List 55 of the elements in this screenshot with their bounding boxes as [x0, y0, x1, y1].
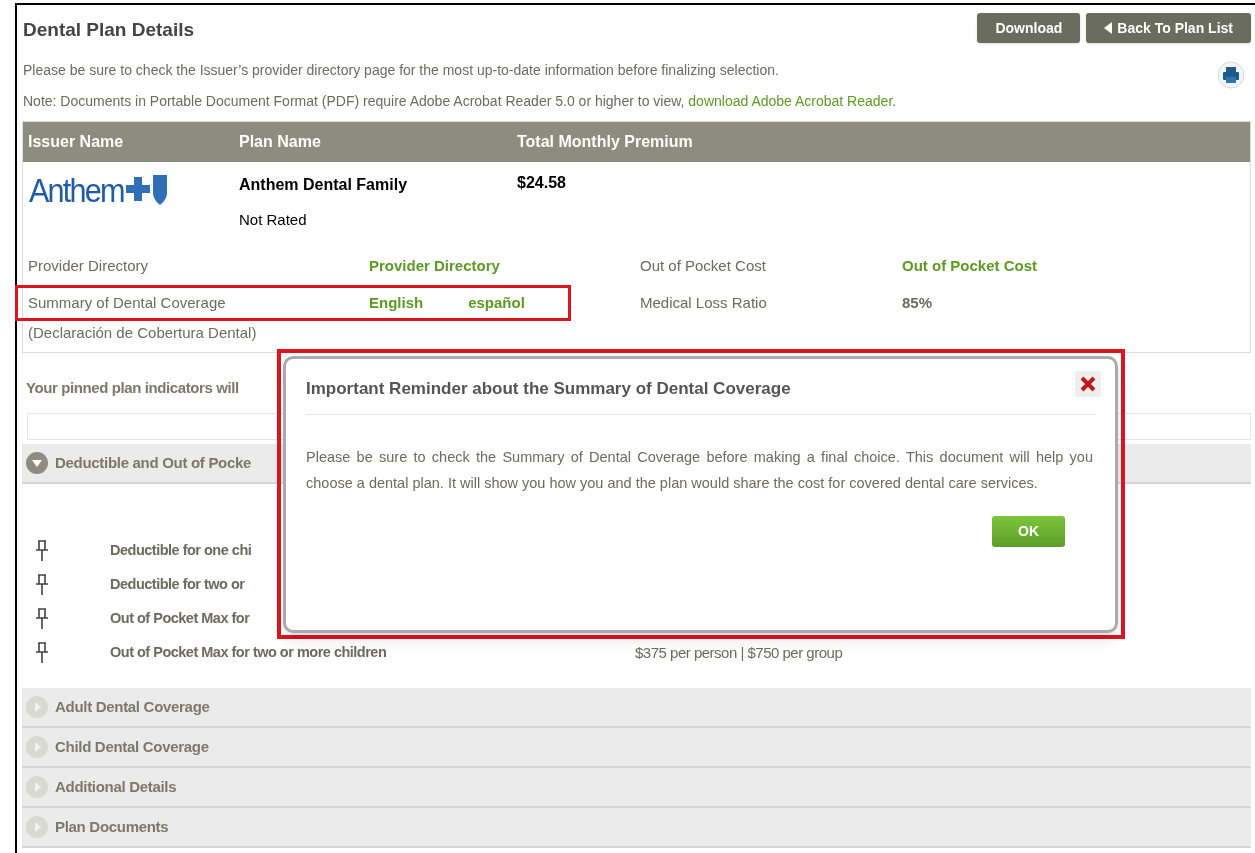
- pdf-note: Note: Documents in Portable Document Format (PDF) require Adobe Acrobat Reader 5.0 or higher to view, download Adobe Acrobat Reader.: [23, 91, 897, 111]
- printer-icon[interactable]: [1217, 60, 1245, 89]
- issuer-logo: Anthem: [29, 172, 124, 207]
- detail-link[interactable]: English: [369, 291, 424, 315]
- pushpin-icon[interactable]: [35, 608, 49, 630]
- collapse-icon: [26, 452, 48, 474]
- back-button[interactable]: Back To Plan List: [1086, 13, 1251, 43]
- expand-icon: [26, 736, 48, 758]
- pushpin-icon[interactable]: [35, 642, 49, 664]
- accordion-header[interactable]: Adult Dental Coverage: [22, 688, 1251, 728]
- plan-rating: Not Rated: [239, 209, 308, 230]
- translation-note: (Declaración de Cobertura Dental): [27, 322, 258, 343]
- detail-label: Out of Pocket Cost: [640, 255, 767, 276]
- back-arrow-icon: [1104, 22, 1113, 34]
- dialog-message: Please be sure to check the Summary of Dental Coverage before making a final choice. This document will help you choose a dental plan. It will show you how you and the plan would share the cost for covered dental care services.: [306, 448, 1094, 493]
- pushpin-icon[interactable]: [35, 540, 49, 562]
- section-title: Plan Documents: [55, 816, 169, 837]
- row-label: Deductible for one chi: [110, 541, 252, 561]
- expand-icon: [26, 696, 48, 718]
- column-header: Issuer Name: [27, 131, 125, 152]
- row-label: Out of Pocket Max for two or more children: [110, 643, 387, 663]
- row-value: $375 per person | $750 per group: [635, 642, 843, 663]
- accordion-header[interactable]: Additional Details: [22, 768, 1251, 808]
- close-icon: [1079, 374, 1097, 393]
- ok-button[interactable]: OK: [992, 516, 1065, 547]
- detail-label: Medical Loss Ratio: [640, 292, 768, 313]
- detail-value: 85%: [902, 292, 933, 313]
- row-label: Deductible for two or: [110, 575, 245, 595]
- expand-icon: [26, 816, 48, 838]
- pushpin-icon[interactable]: [35, 574, 49, 596]
- pinned-note: Your pinned plan indicators will: [26, 377, 239, 398]
- notice-text: Please be sure to check the Issuer’s provider directory page for the most up-to-date information before finalizing selection.: [23, 60, 780, 80]
- section-title: Adult Dental Coverage: [55, 696, 210, 717]
- cross-shield-icon: [126, 172, 169, 207]
- detail-link[interactable]: Provider Directory: [369, 254, 500, 278]
- section-title: Deductible and Out of Pocke: [55, 452, 252, 473]
- page-title: Dental Plan Details: [22, 18, 195, 42]
- row-label: Out of Pocket Max for: [110, 609, 250, 629]
- expand-icon: [26, 776, 48, 798]
- section-title: Child Dental Coverage: [55, 736, 209, 757]
- column-header: Total Monthly Premium: [517, 131, 693, 152]
- detail-link[interactable]: Out of Pocket Cost: [902, 254, 1037, 278]
- detail-label: Provider Directory: [27, 255, 150, 276]
- section-title: Additional Details: [55, 776, 177, 797]
- accordion-header[interactable]: Child Dental Coverage: [22, 728, 1251, 768]
- column-header: Plan Name: [239, 131, 322, 152]
- plan-name: Anthem Dental Family: [239, 174, 409, 195]
- premium-amount: $24.58: [517, 172, 566, 193]
- accordion-header[interactable]: Plan Documents: [22, 808, 1251, 848]
- download-button[interactable]: Download: [977, 13, 1081, 43]
- acrobat-link[interactable]: download Adobe Acrobat Reader: [688, 92, 893, 109]
- close-button[interactable]: [1075, 370, 1101, 397]
- detail-label: Summary of Dental Coverage: [27, 292, 227, 313]
- dialog-title: Important Reminder about the Summary of Dental Coverage: [306, 377, 791, 400]
- detail-link[interactable]: español: [468, 291, 525, 315]
